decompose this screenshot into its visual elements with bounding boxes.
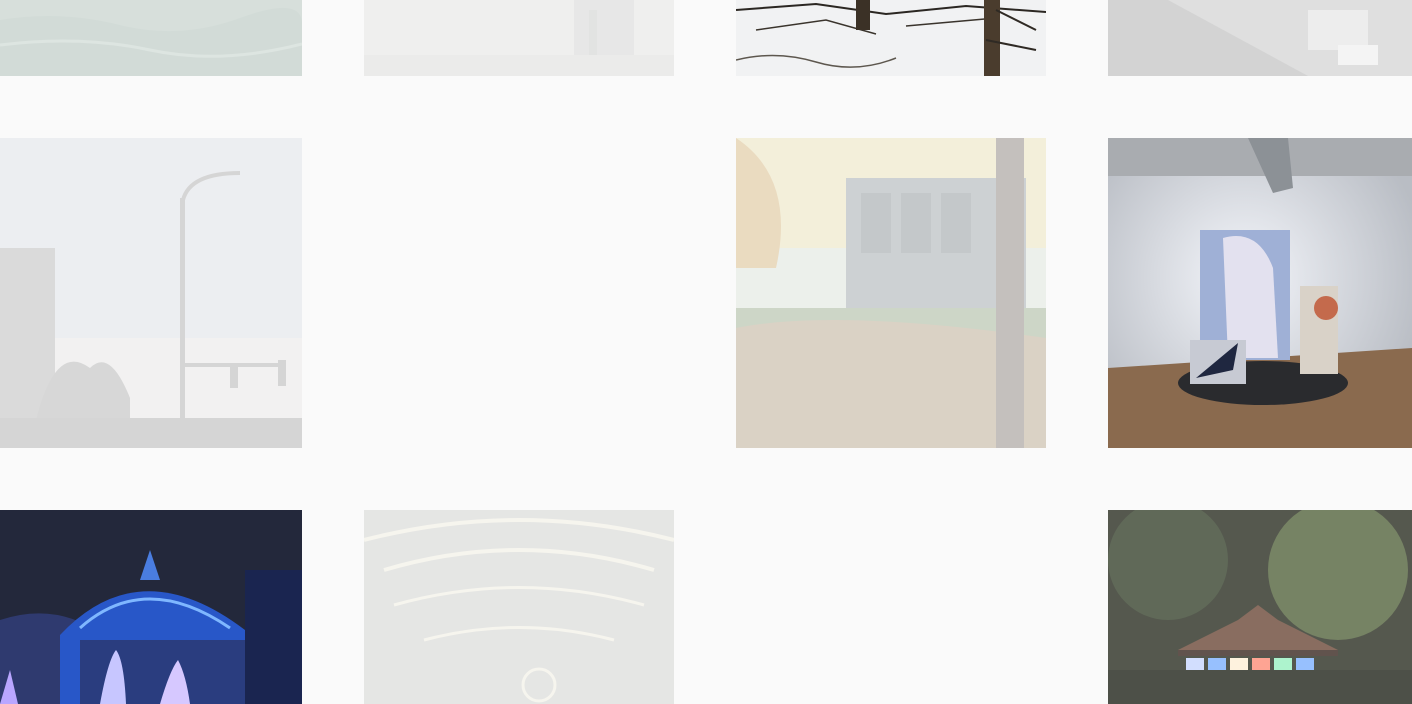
photo-tile-snowy-trees[interactable]	[736, 0, 1046, 76]
photo-tile-lit-conservatory[interactable]	[0, 510, 302, 704]
photo-tile-streetlight-sky[interactable]	[0, 138, 302, 448]
photo-tile-carousel-night[interactable]	[1108, 510, 1412, 704]
photo-tile-gallery-installation[interactable]	[1108, 138, 1412, 448]
photo-grid	[0, 0, 1412, 704]
photo-tile-water[interactable]	[0, 0, 302, 76]
photo-tile-empty	[736, 510, 1046, 704]
photo-tile-empty	[364, 138, 674, 448]
photo-tile-foggy-street[interactable]	[364, 0, 674, 76]
photo-tile-autumn-building[interactable]	[736, 138, 1046, 448]
photo-tile-string-lights[interactable]	[364, 510, 674, 704]
photo-tile-snowy-sidewalk[interactable]	[1108, 0, 1412, 76]
